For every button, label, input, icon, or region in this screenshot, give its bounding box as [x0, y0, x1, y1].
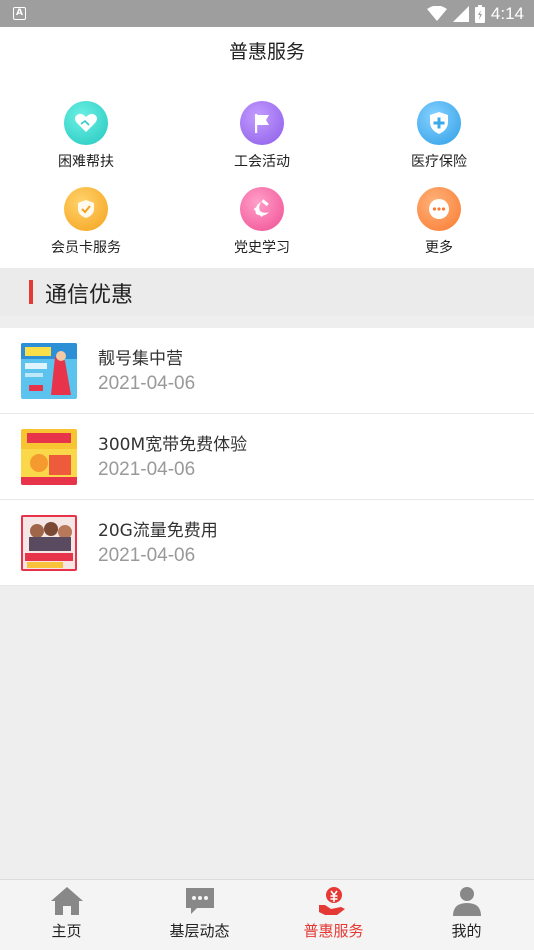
wifi-icon	[426, 5, 447, 21]
more-icon	[417, 187, 461, 231]
signal-icon	[452, 5, 469, 22]
news-thumbnail	[21, 515, 77, 571]
clock: 4:14	[490, 3, 524, 23]
section-header: 通信优惠	[0, 268, 534, 316]
service-party-history[interactable]: 党史学习	[192, 187, 332, 267]
notification-icon: A	[13, 7, 26, 20]
news-thumbnail	[21, 429, 77, 485]
tab-mine[interactable]: 我的	[400, 880, 533, 950]
news-date: 2021-04-06	[98, 459, 196, 480]
chat-bubble-icon	[185, 888, 214, 914]
news-thumbnail	[21, 343, 77, 399]
tab-grassroots-news[interactable]: 基层动态	[133, 880, 266, 950]
person-icon	[452, 887, 481, 916]
service-medical-insurance[interactable]: 医疗保险	[369, 101, 509, 181]
flag-icon	[240, 101, 284, 145]
service-union-activity[interactable]: 工会活动	[192, 101, 332, 181]
service-member-card[interactable]: 会员卡服务	[16, 187, 156, 267]
tab-label: 普惠服务	[303, 922, 364, 940]
news-title: 靓号集中营	[98, 349, 183, 369]
service-difficulty-aid[interactable]: 困难帮扶	[16, 101, 156, 181]
service-label: 更多	[425, 240, 453, 256]
status-bar: A 4:14	[0, 0, 534, 27]
service-label: 会员卡服务	[51, 240, 121, 256]
news-list: 靓号集中营 2021-04-06 300M宽带免费体验 2021-04-06 2…	[0, 328, 534, 586]
tab-home[interactable]: 主页	[0, 880, 133, 950]
shield-plus-icon	[417, 101, 461, 145]
section-title: 通信优惠	[45, 283, 134, 308]
service-label: 困难帮扶	[58, 154, 114, 170]
list-item[interactable]: 300M宽带免费体验 2021-04-06	[0, 414, 534, 500]
bottom-tab-bar: 主页 基层动态 普惠服务 我的	[0, 879, 534, 950]
tab-benefit-services[interactable]: 普惠服务	[267, 880, 400, 950]
tab-label: 主页	[51, 922, 82, 940]
service-label: 工会活动	[234, 154, 290, 170]
hammer-sickle-icon	[240, 187, 284, 231]
service-label: 党史学习	[234, 240, 290, 256]
news-title: 20G流量免费用	[98, 521, 218, 541]
yuan-hand-icon	[318, 887, 345, 915]
status-icons: 4:14	[426, 0, 524, 27]
list-item[interactable]: 20G流量免费用 2021-04-06	[0, 500, 534, 586]
page-title: 普惠服务	[228, 41, 305, 63]
news-title: 300M宽带免费体验	[98, 435, 248, 455]
home-icon	[50, 887, 83, 915]
section-accent-bar	[29, 280, 33, 304]
battery-icon	[474, 4, 485, 23]
header-panel: 普惠服务 困难帮扶 工会活动 医疗保险 会员卡服务 党史学习 更多	[0, 27, 534, 268]
news-date: 2021-04-06	[98, 545, 196, 566]
tab-label: 基层动态	[169, 922, 230, 940]
tab-label: 我的	[451, 922, 482, 940]
badge-icon	[64, 187, 108, 231]
heart-hands-icon	[64, 101, 108, 145]
service-more[interactable]: 更多	[369, 187, 509, 267]
news-date: 2021-04-06	[98, 373, 196, 394]
service-label: 医疗保险	[411, 154, 467, 170]
list-item[interactable]: 靓号集中营 2021-04-06	[0, 328, 534, 414]
